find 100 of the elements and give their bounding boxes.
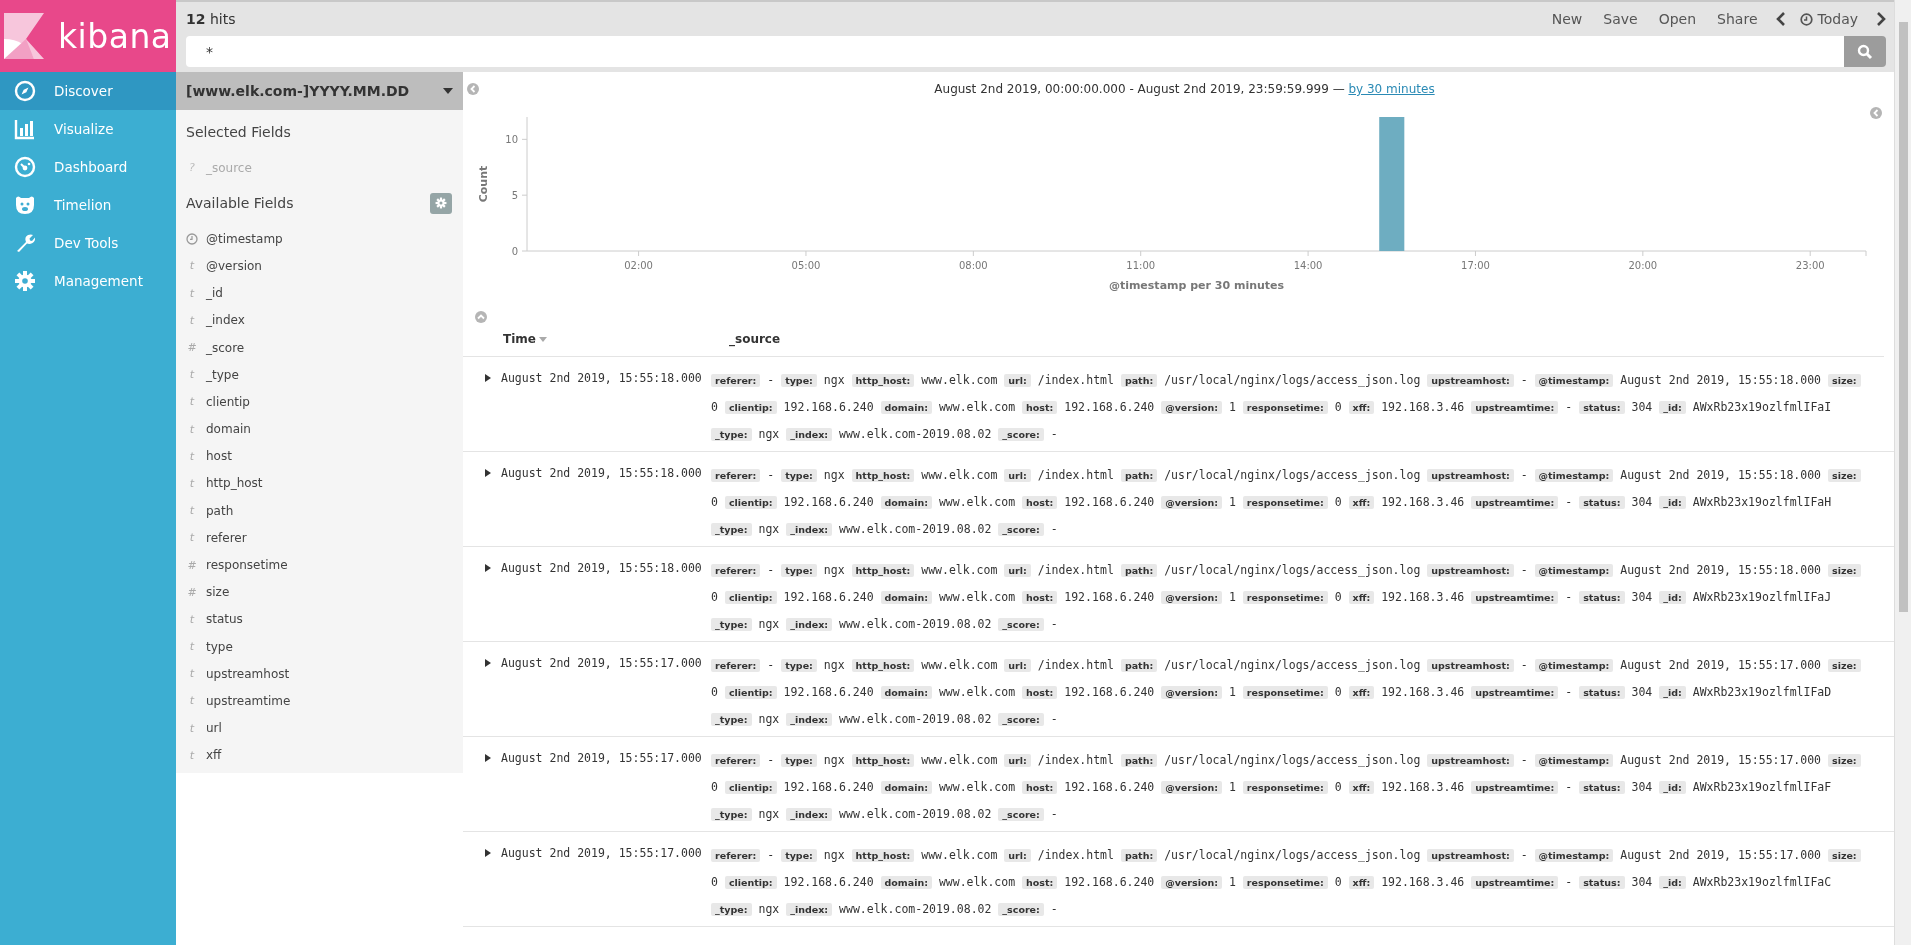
field-value: - — [1565, 780, 1573, 794]
field-key: upstreamtime: — [1471, 781, 1559, 794]
expand-icon[interactable] — [485, 469, 491, 477]
field-value: ngx — [823, 563, 845, 577]
field-value: www.elk.com — [921, 658, 998, 672]
settings-button[interactable] — [430, 192, 452, 214]
field-key: host: — [1022, 496, 1058, 509]
menu-link[interactable]: New — [1551, 11, 1583, 27]
field-key: @version: — [1161, 686, 1223, 699]
field-key: _score: — [998, 903, 1044, 916]
field-name[interactable]: # responsetime — [176, 551, 463, 579]
column-header: _source — [729, 332, 781, 346]
field-name[interactable]: t upstreamhost — [176, 660, 463, 688]
field-name[interactable]: # _score — [176, 333, 463, 362]
field-name[interactable]: t @version — [176, 252, 463, 280]
field-value: /index.html — [1037, 468, 1114, 482]
expand-icon[interactable] — [485, 754, 491, 762]
field-type-icon: t — [186, 612, 198, 626]
menu-link[interactable]: Open — [1658, 11, 1697, 27]
y-axis-title: Count — [477, 165, 490, 203]
expand-icon[interactable] — [485, 374, 491, 382]
field-value: www.elk.com — [938, 685, 1016, 699]
field-value: AWxRb23x19ozlfmlIFaJ — [1692, 590, 1832, 604]
field-key: url: — [1004, 374, 1031, 387]
menu-link[interactable]: Share — [1717, 11, 1758, 27]
field-name[interactable]: t path — [176, 497, 463, 525]
field-value: ngx — [758, 522, 780, 536]
menu-link[interactable]: Save — [1603, 11, 1638, 27]
field-key: type: — [781, 659, 817, 672]
field-value: - — [1565, 495, 1573, 509]
time-picker[interactable]: Today — [1799, 11, 1858, 27]
field-value: August 2nd 2019, 15:55:18.000 — [1620, 563, 1822, 577]
field-key: status: — [1579, 401, 1625, 414]
field-key: http_host: — [851, 849, 915, 862]
field-name[interactable]: t upstreamtime — [176, 687, 463, 715]
field-value: 192.168.3.46 — [1381, 875, 1465, 889]
field-type-icon: t — [186, 422, 198, 436]
field-name[interactable]: t url — [176, 714, 463, 742]
column-header[interactable]: Time — [503, 332, 536, 346]
field-value: www.elk.com-2019.08.02 — [839, 617, 992, 631]
field-name[interactable]: t clientip — [176, 388, 463, 416]
field-key: status: — [1579, 781, 1625, 794]
x-tick-label: 23:00 — [1795, 260, 1825, 271]
field-name[interactable]: t host — [176, 442, 463, 470]
field-value: 0 — [1334, 685, 1342, 699]
field-name[interactable]: t _index — [176, 306, 463, 334]
field-name[interactable]: t type — [176, 633, 463, 661]
time-cell-text: August 2nd 2019, 15:55:17.000 — [501, 655, 702, 672]
brand-name: kibana — [58, 16, 172, 56]
search-button[interactable] — [1844, 36, 1886, 67]
field-name[interactable]: t domain — [176, 415, 463, 443]
field-name[interactable]: t status — [176, 605, 463, 633]
field-name[interactable]: @timestamp — [176, 225, 463, 253]
field-key: path: — [1120, 374, 1158, 387]
field-value: - — [1520, 658, 1528, 672]
field-value: - — [1565, 590, 1573, 604]
field-value: 1 — [1229, 400, 1236, 414]
field-value: 304 — [1631, 495, 1653, 509]
expand-icon[interactable] — [485, 849, 491, 857]
field-key: xff: — [1348, 876, 1375, 889]
field-key: @version: — [1161, 496, 1223, 509]
field-key: upstreamhost: — [1427, 659, 1514, 672]
field-value: 0 — [1334, 780, 1342, 794]
field-value: 304 — [1631, 685, 1653, 699]
search-field[interactable]: * — [186, 36, 1844, 67]
y-tick-label: 10 — [505, 134, 518, 146]
scrollbar-thumb[interactable] — [1898, 22, 1908, 612]
field-type-icon: t — [186, 395, 198, 409]
field-key: host: — [1022, 876, 1058, 889]
field-key: status: — [1579, 876, 1625, 889]
field-key: _id: — [1659, 876, 1686, 889]
field-value: 192.168.6.240 — [1064, 495, 1155, 509]
field-name[interactable]: t referer — [176, 524, 463, 552]
field-value: AWxRb23x19ozlfmlIFaF — [1692, 780, 1832, 794]
expand-icon[interactable] — [485, 659, 491, 667]
field-value: 192.168.3.46 — [1381, 685, 1465, 699]
field-key: xff: — [1348, 401, 1375, 414]
expand-icon[interactable] — [485, 564, 491, 572]
field-key: type: — [781, 754, 817, 767]
chevron-left-icon[interactable] — [1775, 12, 1786, 26]
field-value: 192.168.3.46 — [1381, 780, 1465, 794]
field-name[interactable]: t http_host — [176, 469, 463, 498]
field-name[interactable]: # size — [176, 578, 463, 606]
interval-link[interactable]: by 30 minutes — [1348, 82, 1435, 96]
field-name[interactable]: t _type — [176, 361, 463, 389]
field-key: upstreamtime: — [1471, 876, 1559, 889]
field-key: http_host: — [851, 754, 915, 767]
field-name[interactable]: t xff — [176, 741, 463, 769]
field-key: responsetime: — [1242, 401, 1328, 414]
field-key: size: — [1828, 849, 1861, 862]
hits-count: 12 hits — [186, 11, 237, 27]
field-value: ngx — [823, 373, 845, 387]
field-value: ngx — [758, 617, 780, 631]
section-heading: Available Fields — [186, 195, 294, 212]
field-value: 304 — [1631, 780, 1653, 794]
index-pattern-selector[interactable]: [www.elk.com-]YYYY.MM.DD — [176, 72, 463, 110]
field-name[interactable]: t _id — [176, 279, 463, 307]
chevron-right-icon[interactable] — [1876, 12, 1886, 26]
field-value: www.elk.com — [921, 848, 998, 862]
field-key: _id: — [1659, 781, 1686, 794]
